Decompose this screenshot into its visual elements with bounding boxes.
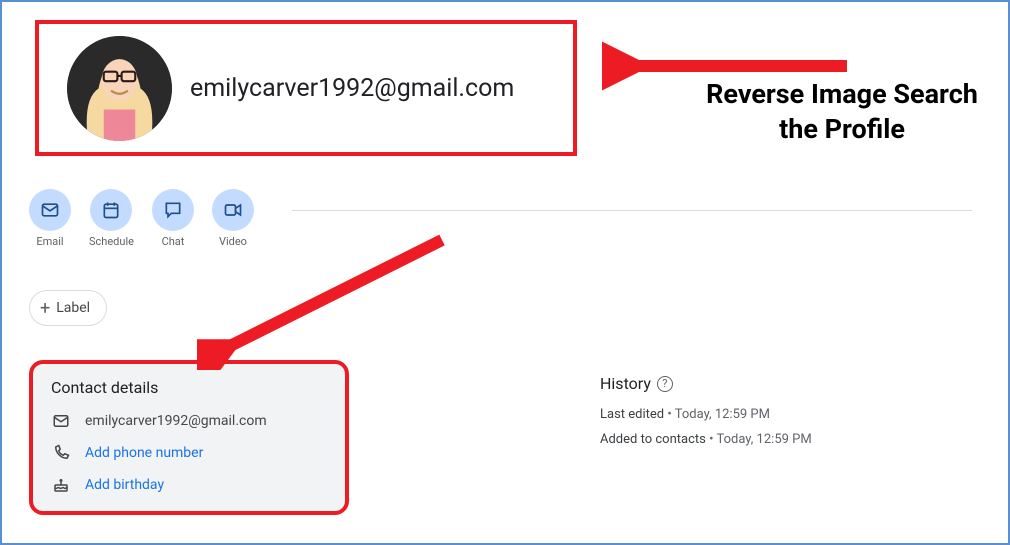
annotation-text: Reverse Image Search the Profile (702, 77, 982, 147)
add-phone-row[interactable]: Add phone number (51, 443, 327, 463)
plus-icon: + (40, 298, 50, 319)
email-action-label: Email (36, 235, 63, 248)
added-to-contacts-row: Added to contacts • Today, 12:59 PM (600, 432, 954, 447)
last-edited-value: Today, 12:59 PM (675, 407, 770, 422)
chat-icon (163, 200, 183, 220)
annotation-arrow-bottom (197, 230, 447, 370)
added-label: Added to contacts (600, 432, 706, 447)
chat-action[interactable]: Chat (152, 189, 194, 248)
history-title: History (600, 374, 651, 393)
chat-action-label: Chat (162, 235, 185, 248)
contact-details-card: Contact details emilycarver1992@gmail.co… (29, 360, 349, 515)
email-icon (51, 411, 71, 431)
contact-email-value: emilycarver1992@gmail.com (85, 413, 267, 429)
divider (292, 210, 972, 211)
added-value: Today, 12:59 PM (716, 432, 811, 447)
avatar[interactable] (67, 36, 172, 141)
email-icon (40, 200, 60, 220)
profile-header: emilycarver1992@gmail.com (35, 20, 577, 156)
last-edited-row: Last edited • Today, 12:59 PM (600, 407, 954, 422)
help-icon[interactable]: ? (657, 376, 673, 392)
phone-icon (51, 443, 71, 463)
last-edited-label: Last edited (600, 407, 664, 422)
birthday-icon (51, 475, 71, 495)
add-phone-link[interactable]: Add phone number (85, 445, 203, 461)
email-action[interactable]: Email (29, 189, 71, 248)
contact-details-title: Contact details (51, 378, 327, 397)
contact-email-title: emilycarver1992@gmail.com (190, 74, 514, 103)
add-birthday-link[interactable]: Add birthday (85, 477, 164, 493)
calendar-icon (101, 200, 121, 220)
contact-email-row: emilycarver1992@gmail.com (51, 411, 327, 431)
label-button[interactable]: + Label (29, 290, 107, 326)
schedule-action[interactable]: Schedule (89, 189, 134, 248)
add-birthday-row[interactable]: Add birthday (51, 475, 327, 495)
history-title-row: History ? (600, 374, 954, 393)
video-icon (223, 200, 243, 220)
history-card: History ? Last edited • Today, 12:59 PM … (582, 360, 972, 471)
schedule-action-label: Schedule (89, 235, 134, 248)
label-button-text: Label (56, 300, 90, 316)
